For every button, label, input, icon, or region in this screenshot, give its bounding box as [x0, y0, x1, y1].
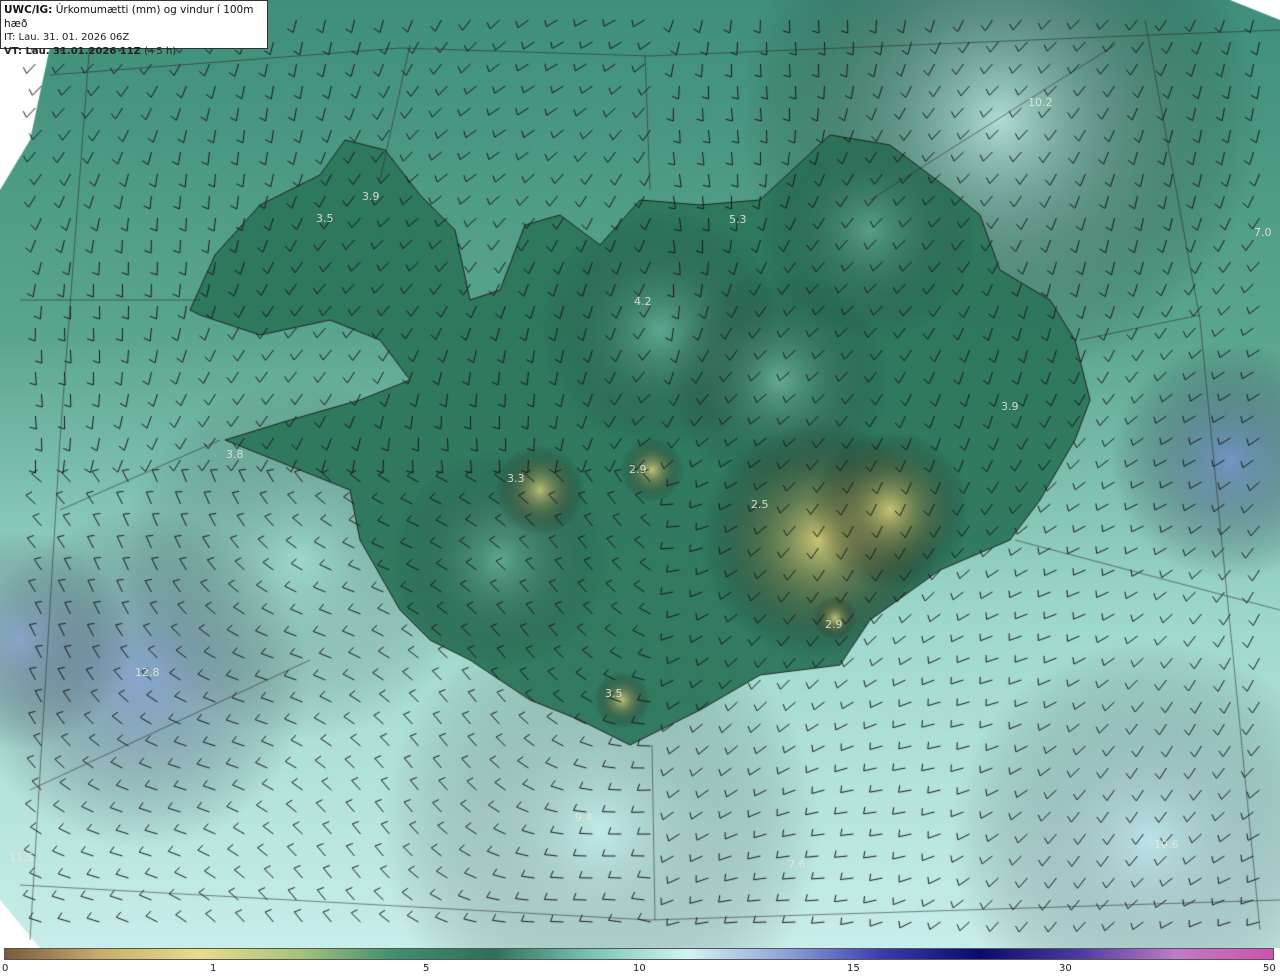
colorbar-tick-0: 0	[2, 963, 9, 974]
map-value-label: 3.8	[226, 448, 244, 461]
map-value-label: 3.9	[1001, 400, 1019, 413]
colorbar-tick-15: 15	[847, 963, 860, 974]
map-value-label: 3.3	[507, 472, 525, 485]
map-value-label: 3.5	[605, 687, 623, 700]
map-value-label: 10.6	[1154, 838, 1179, 851]
colorbar	[4, 948, 1274, 960]
map-title-box: UWC/IG: Úrkomumætti (mm) og vindur í 100…	[0, 0, 268, 57]
colorbar-legend: 0 1 5 10 15 30 50	[0, 948, 1280, 978]
issue-time: IT: Lau. 31. 01. 2026 06Z	[4, 32, 130, 43]
map-value-label: 5.3	[729, 213, 747, 226]
colorbar-tick-5: 5	[423, 963, 430, 974]
map-value-label: 10.2	[1028, 96, 1053, 109]
map-value-label: 7.6	[788, 858, 806, 871]
map-value-label: 11.5	[9, 851, 34, 864]
map-value-label: 9.4	[575, 811, 593, 824]
map-value-label: 12.8	[135, 666, 160, 679]
colorbar-tick-10: 10	[633, 963, 646, 974]
map-value-label: 4.2	[634, 295, 652, 308]
map-value-label: 2.9	[825, 618, 843, 631]
map-value-label: 3.5	[316, 212, 334, 225]
map-value-label: 3.9	[362, 190, 380, 203]
model-tag: UWC/IG:	[4, 4, 53, 16]
map-value-label: 2.5	[751, 498, 769, 511]
map-value-label: 2.9	[629, 463, 647, 476]
valid-time: VT: Lau. 31.01.2026 11Z	[4, 46, 141, 57]
colorbar-tick-30: 30	[1059, 963, 1072, 974]
colorbar-tick-1: 1	[210, 963, 217, 974]
valid-offset: (+5 h)	[144, 46, 177, 57]
map-value-label: 7.0	[1254, 226, 1272, 239]
colorbar-tick-50: 50	[1263, 963, 1276, 974]
